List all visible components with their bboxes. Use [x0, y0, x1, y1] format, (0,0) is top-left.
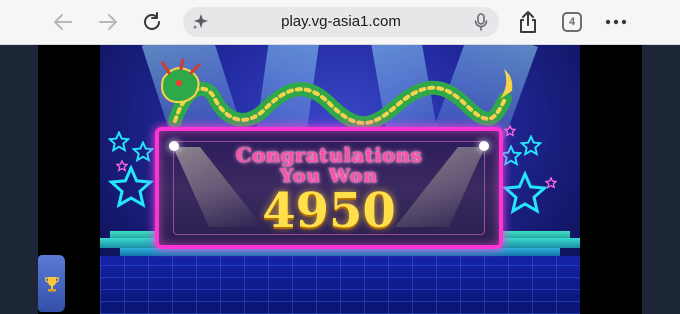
congratulations-title: Congratulations [235, 143, 423, 167]
star-icon [520, 135, 542, 157]
star-icon [132, 141, 154, 163]
star-icon [108, 131, 130, 153]
address-bar[interactable]: play.vg-asia1.com [183, 7, 499, 37]
browser-toolbar: play.vg-asia1.com 4 [0, 0, 680, 45]
tabs-button[interactable]: 4 [559, 10, 585, 34]
trophy-icon [44, 276, 59, 291]
back-arrow-icon[interactable] [50, 10, 76, 34]
win-amount: 4950 [262, 183, 396, 239]
reload-icon[interactable] [139, 10, 165, 34]
tab-count[interactable]: 4 [562, 12, 582, 32]
forward-arrow-icon[interactable] [95, 10, 121, 34]
right-letterbox [642, 45, 680, 314]
star-icon [500, 145, 522, 167]
win-panel: Congratulations You Won 4950 [155, 127, 503, 249]
trophy-button[interactable] [38, 255, 65, 312]
microphone-icon[interactable] [474, 13, 488, 31]
stage-step [120, 248, 560, 256]
left-letterbox [0, 45, 38, 314]
url-text[interactable]: play.vg-asia1.com [183, 13, 499, 30]
star-icon [504, 125, 516, 137]
stage-floor [100, 256, 580, 314]
more-options-icon[interactable] [603, 10, 629, 34]
star-icon [108, 165, 154, 209]
game-canvas[interactable]: Congratulations You Won 4950 [100, 45, 580, 314]
share-icon[interactable] [515, 10, 541, 34]
star-icon [545, 177, 557, 189]
star-icon [502, 171, 548, 215]
star-icon [116, 160, 128, 172]
